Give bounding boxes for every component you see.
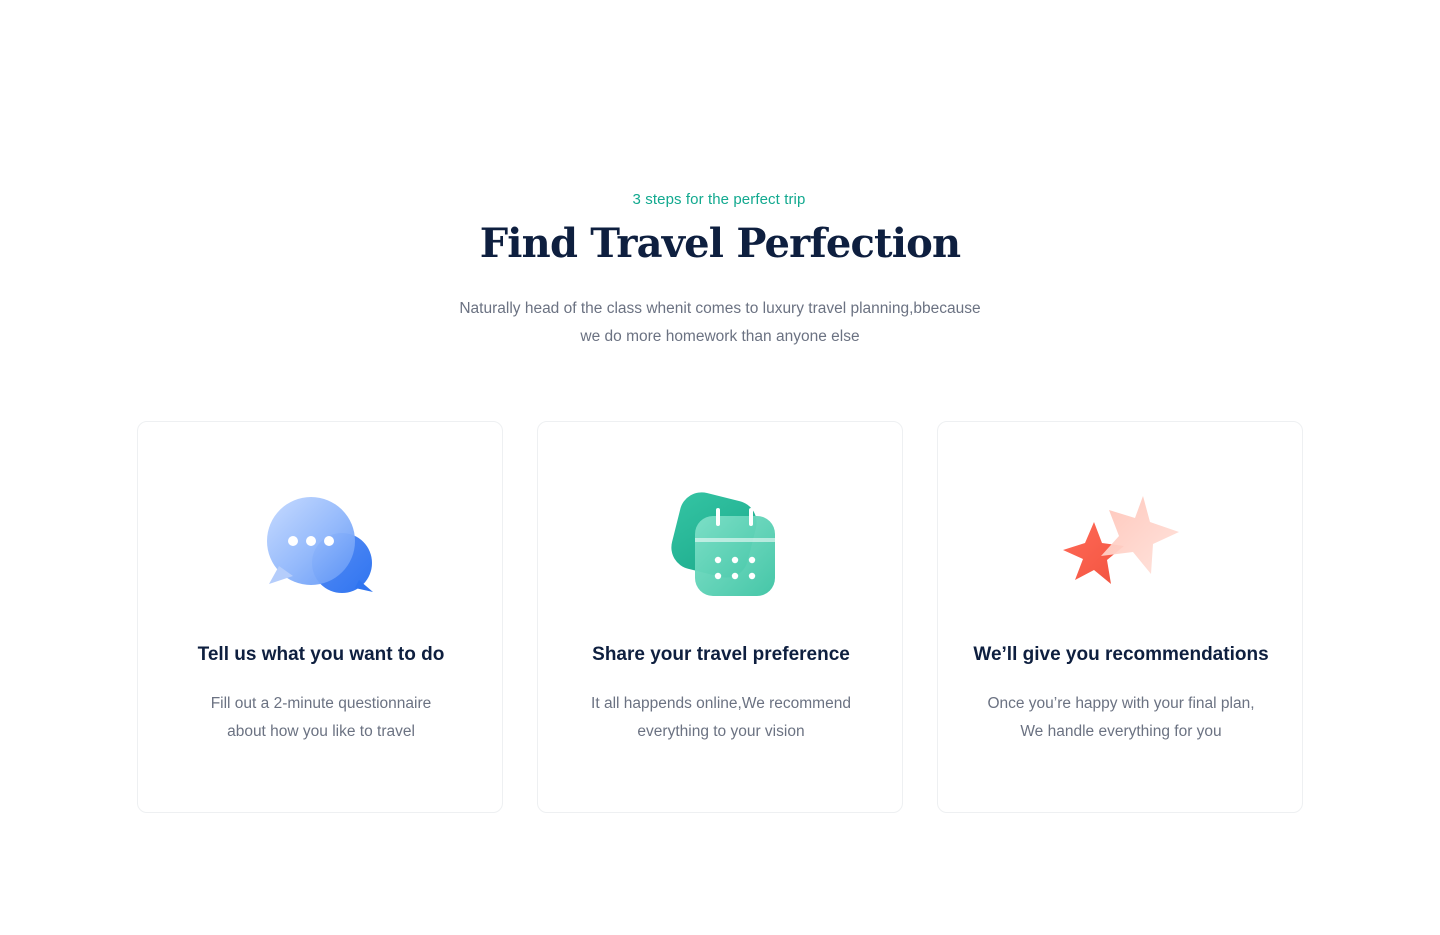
card-description-line: Once you’re happy with your final plan, bbox=[987, 695, 1255, 712]
calendar-icon bbox=[661, 488, 781, 598]
subtitle-line: Naturally head of the class whenit comes… bbox=[459, 300, 981, 317]
card-description: Fill out a 2-minute questionnaire about … bbox=[158, 690, 484, 746]
card-description-line: It all happends online,We recommend bbox=[591, 695, 851, 712]
section-title: Find Travel Perfection bbox=[479, 220, 961, 267]
card-title: Tell us what you want to do bbox=[197, 644, 445, 665]
card-description-line: everything to your vision bbox=[637, 723, 805, 740]
card-title: Share your travel preference bbox=[592, 644, 850, 665]
how-it-works-section: 3 steps for the perfect trip Find Travel… bbox=[0, 0, 1440, 935]
card-description-line: We handle everything for you bbox=[1020, 723, 1222, 740]
stars-icon bbox=[1061, 488, 1181, 598]
section-subtitle: Naturally head of the class whenit comes… bbox=[420, 295, 1020, 351]
step-card-preference: Share your travel preference It all happ… bbox=[537, 421, 903, 813]
step-card-questionnaire: Tell us what you want to do Fill out a 2… bbox=[137, 421, 503, 813]
step-card-recommendations: We’ll give you recommendations Once you’… bbox=[937, 421, 1303, 813]
section-eyebrow: 3 steps for the perfect trip bbox=[632, 191, 806, 208]
chat-bubbles-icon bbox=[261, 488, 381, 598]
card-description: It all happends online,We recommend ever… bbox=[558, 690, 884, 746]
card-description-line: about how you like to travel bbox=[227, 723, 415, 740]
card-description: Once you’re happy with your final plan, … bbox=[958, 690, 1284, 746]
subtitle-line: we do more homework than anyone else bbox=[580, 328, 860, 345]
card-description-line: Fill out a 2-minute questionnaire bbox=[210, 695, 432, 712]
card-title: We’ll give you recommendations bbox=[973, 644, 1269, 665]
